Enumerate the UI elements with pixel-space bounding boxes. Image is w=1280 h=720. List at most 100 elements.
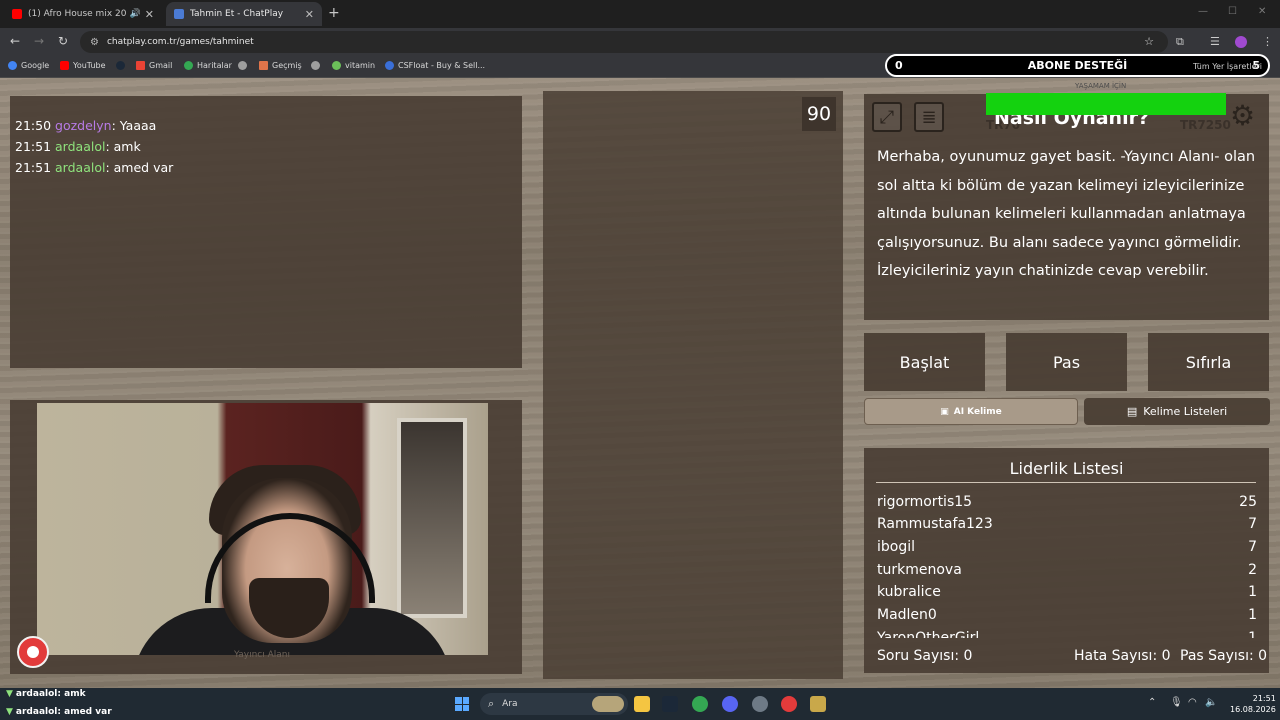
bookmark-globe-2[interactable] (311, 61, 324, 70)
chat-time: 21:51 (15, 160, 52, 175)
search-placeholder: Ara (502, 699, 518, 709)
notes-icon[interactable]: ≣ (914, 102, 944, 132)
maps-icon (184, 61, 193, 70)
steam-icon (116, 61, 125, 70)
ticker-user: ardaalol (15, 689, 58, 699)
chat-message: 21:51 ardaalol: amk (15, 139, 141, 154)
wifi-icon[interactable]: ◠ (1188, 697, 1197, 708)
back-icon[interactable]: ← (10, 34, 20, 48)
fullscreen-icon[interactable]: ⤢ (872, 102, 902, 132)
gmail-icon (136, 61, 145, 70)
chevron-icon: ▼ (6, 689, 13, 699)
leaderboard-list[interactable]: rigormortis15 25 Rammustafa123 7 ibogil 7 t… (864, 488, 1269, 638)
chat-text: : Yaaaa (111, 118, 157, 133)
close-tab-icon[interactable]: ✕ (305, 8, 314, 21)
leaderboard-row: Rammustafa123 7 (877, 516, 1257, 532)
minimize-icon[interactable]: — (1198, 6, 1208, 17)
address-bar[interactable]: ⚙ chatplay.com.tr/games/tahminet ☆ (80, 31, 1168, 53)
volume-icon[interactable]: 🔈 (1205, 697, 1217, 708)
close-window-icon[interactable]: ✕ (1258, 6, 1266, 17)
bookmark-label: YouTube (73, 61, 106, 70)
maximize-icon[interactable]: ☐ (1228, 6, 1237, 17)
forward-icon[interactable]: → (34, 34, 44, 48)
bookmark-google[interactable]: Google (8, 61, 49, 70)
recording-app-icon[interactable] (781, 696, 797, 712)
pass-count: Pas Sayısı: 0 (1180, 648, 1268, 664)
close-tab-icon[interactable]: ✕ (145, 8, 154, 21)
bookmark-csfloat[interactable]: CSFloat - Buy & Sell... (385, 61, 485, 70)
microphone-icon[interactable]: 🎙 (1170, 697, 1183, 708)
chat-time: 21:50 (15, 118, 52, 133)
bookmark-youtube[interactable]: YouTube (60, 61, 106, 70)
ticker-text: : amk (57, 689, 86, 699)
discord-icon[interactable] (722, 696, 738, 712)
start-button[interactable]: Başlat (864, 333, 985, 391)
bookmark-label: Google (21, 61, 50, 70)
leaderboard-row: turkmenova 2 (877, 562, 1257, 578)
obs-icon[interactable] (752, 696, 768, 712)
bookmark-steam[interactable] (116, 61, 129, 70)
ai-word-label: AI Kelime (953, 406, 1002, 417)
game-launcher-icon[interactable] (810, 696, 826, 712)
ai-word-button[interactable]: ▣ AI Kelime (864, 398, 1078, 425)
leaderboard-row: Madlen0 1 (877, 607, 1257, 623)
reading-list-icon[interactable]: ☰ (1210, 35, 1220, 48)
chat-message: 21:51 ardaalol: amed var (15, 160, 173, 175)
clock-date: 16.08.2026 (1230, 705, 1276, 714)
tr-label-right: TR7250 (1180, 118, 1231, 132)
speaker-icon[interactable]: 🔊 (130, 9, 141, 19)
bookmark-label: CSFloat - Buy & Sell... (398, 61, 486, 70)
tab-youtube[interactable]: (1) Afro House mix 2025 - I 🔊 ✕ (4, 2, 162, 26)
chatplay-favicon-icon (174, 9, 184, 19)
record-button[interactable] (17, 636, 49, 668)
profile-avatar[interactable] (1235, 36, 1247, 48)
bookmark-vitamin[interactable]: vitamin (332, 61, 375, 70)
player-name: Rammustafa123 (877, 516, 993, 532)
tab-chatplay[interactable]: Tahmin Et - ChatPlay ✕ (166, 2, 322, 26)
how-to-play-text: Merhaba, oyunumuz gayet basit. -Yayıncı … (877, 149, 1256, 279)
bookmark-maps[interactable]: Haritalar (184, 61, 232, 70)
globe-icon (311, 61, 320, 70)
reset-button[interactable]: Sıfırla (1148, 333, 1269, 391)
bookmark-label: Gmail (149, 61, 173, 70)
site-info-icon[interactable]: ⚙ (90, 37, 99, 48)
bookmark-star-icon[interactable]: ☆ (1144, 35, 1154, 48)
player-score: 25 (1239, 494, 1257, 510)
tray-chevron-up-icon[interactable]: ⌃ (1148, 697, 1156, 708)
leaderboard-panel: Liderlik Listesi rigormortis15 25 Rammust… (864, 448, 1269, 673)
word-lists-button[interactable]: ▤ Kelime Listeleri (1084, 398, 1270, 425)
leaderboard-row: rigormortis15 25 (877, 494, 1257, 510)
taskbar-search[interactable]: ⌕ Ara (480, 693, 628, 715)
bookmark-globe[interactable] (238, 61, 251, 70)
chevron-icon: ▼ (6, 707, 13, 717)
tab-title: Tahmin Et - ChatPlay (190, 9, 284, 19)
robot-icon: ▣ (940, 406, 949, 417)
bookmark-label: Haritalar (197, 61, 232, 70)
reload-icon[interactable]: ↻ (58, 34, 68, 48)
menu-dots-icon[interactable]: ⋮ (1262, 35, 1273, 48)
player-score: 7 (1248, 539, 1257, 555)
question-count: Soru Sayısı: 0 (877, 648, 973, 664)
chrome-icon[interactable] (692, 696, 708, 712)
all-bookmarks[interactable]: Tüm Yer İşaretleri (1193, 62, 1262, 71)
extensions-icon[interactable]: ⧉ (1176, 35, 1184, 49)
player-name: ibogil (877, 539, 916, 555)
bookmark-history[interactable]: Geçmiş (259, 61, 302, 70)
player-score: 7 (1248, 516, 1257, 532)
file-explorer-icon[interactable] (634, 696, 650, 712)
chat-panel (10, 96, 522, 368)
start-menu-icon[interactable] (455, 697, 469, 711)
taskbar-clock[interactable]: 21:51 16.08.2026 (1230, 693, 1276, 715)
pass-button[interactable]: Pas (1006, 333, 1127, 391)
search-highlight-image (592, 696, 624, 712)
new-tab-icon[interactable]: + (328, 5, 340, 21)
chat-text: : amed var (105, 160, 174, 175)
steam-icon[interactable] (662, 696, 678, 712)
divider (876, 482, 1256, 483)
leaderboard-row: YaronOtherGirl 1 (877, 630, 1257, 638)
settings-gear-icon[interactable]: ⚙ (1230, 99, 1255, 132)
player-score: 2 (1248, 562, 1257, 578)
bookmark-gmail[interactable]: Gmail (136, 61, 172, 70)
chat-ticker-line: ▼ ardaalol: amed var (6, 707, 112, 717)
chat-text: : amk (105, 139, 141, 154)
